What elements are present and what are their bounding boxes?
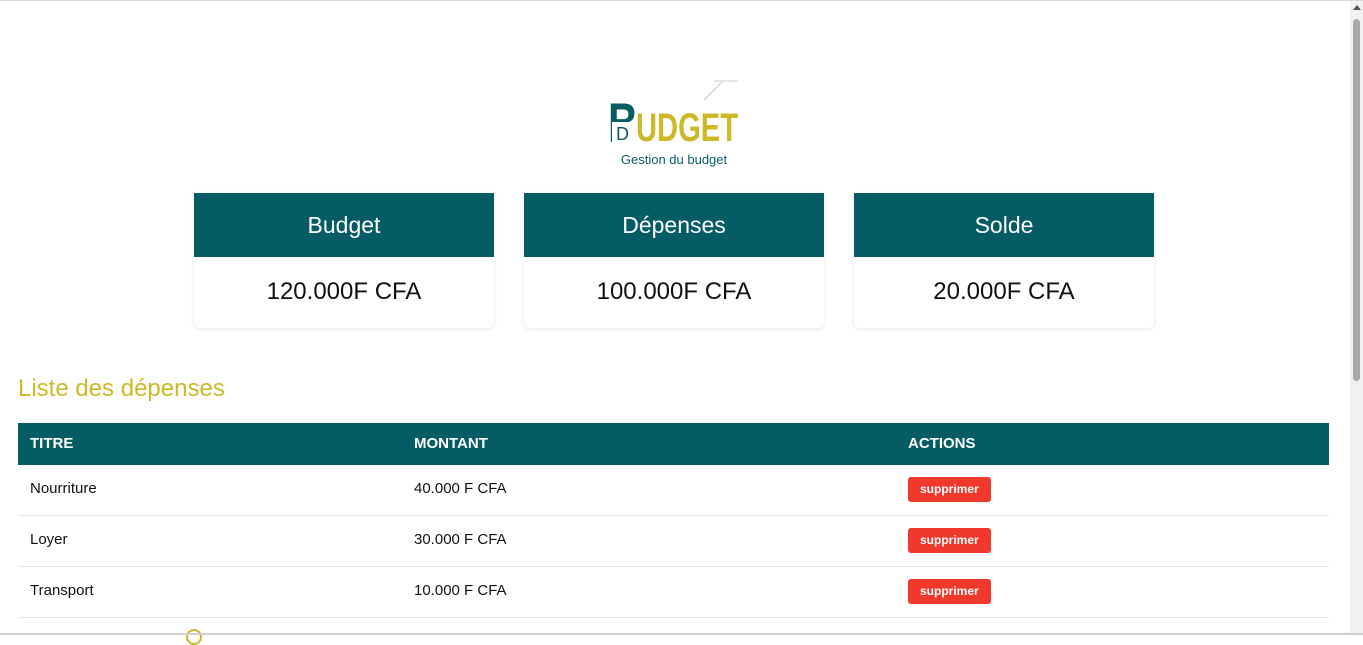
- budget-card-title: Budget: [194, 193, 494, 257]
- budget-card-value: 120.000F CFA: [266, 277, 422, 305]
- expenses-card-title: Dépenses: [524, 193, 824, 257]
- budget-logo: B D UDGET: [608, 80, 738, 146]
- row-titre: Transport: [30, 582, 94, 599]
- delete-button[interactable]: supprimer: [908, 528, 991, 553]
- expenses-card: Dépenses 100.000F CFA: [524, 193, 824, 328]
- column-header-titre: TITRE: [30, 435, 74, 452]
- row-titre: Loyer: [30, 531, 68, 548]
- table-row: Transport 10.000 F CFA supprimer: [18, 567, 1329, 618]
- row-titre: Nourriture: [30, 480, 97, 497]
- circle-icon: [186, 629, 202, 645]
- expenses-list-title: Liste des dépenses: [18, 375, 225, 402]
- table-header: TITRE MONTANT ACTIONS: [18, 423, 1329, 465]
- window-top-border: [0, 0, 1363, 1]
- column-header-actions: ACTIONS: [908, 435, 976, 452]
- scrollbar-thumb[interactable]: [1353, 19, 1360, 381]
- row-montant: 30.000 F CFA: [414, 531, 507, 548]
- expenses-table: TITRE MONTANT ACTIONS Nourriture 40.000 …: [18, 423, 1329, 618]
- logo-word-rest: UDGET: [636, 106, 738, 146]
- table-row: Loyer 30.000 F CFA supprimer: [18, 516, 1329, 567]
- row-montant: 40.000 F CFA: [414, 480, 507, 497]
- tagline: Gestion du budget: [620, 152, 728, 167]
- balance-card: Solde 20.000F CFA: [854, 193, 1154, 328]
- expenses-card-value: 100.000F CFA: [596, 277, 752, 305]
- column-header-montant: MONTANT: [414, 435, 488, 452]
- vertical-scrollbar[interactable]: [1350, 1, 1363, 633]
- row-montant: 10.000 F CFA: [414, 582, 507, 599]
- delete-button[interactable]: supprimer: [908, 579, 991, 604]
- balance-card-title: Solde: [854, 193, 1154, 257]
- scroll-up-arrow-icon[interactable]: [1353, 5, 1361, 10]
- table-row: Nourriture 40.000 F CFA supprimer: [18, 465, 1329, 516]
- logo-letter-d: D: [616, 124, 629, 144]
- delete-button[interactable]: supprimer: [908, 477, 991, 502]
- budget-card: Budget 120.000F CFA: [194, 193, 494, 328]
- balance-card-value: 20.000F CFA: [933, 277, 1075, 305]
